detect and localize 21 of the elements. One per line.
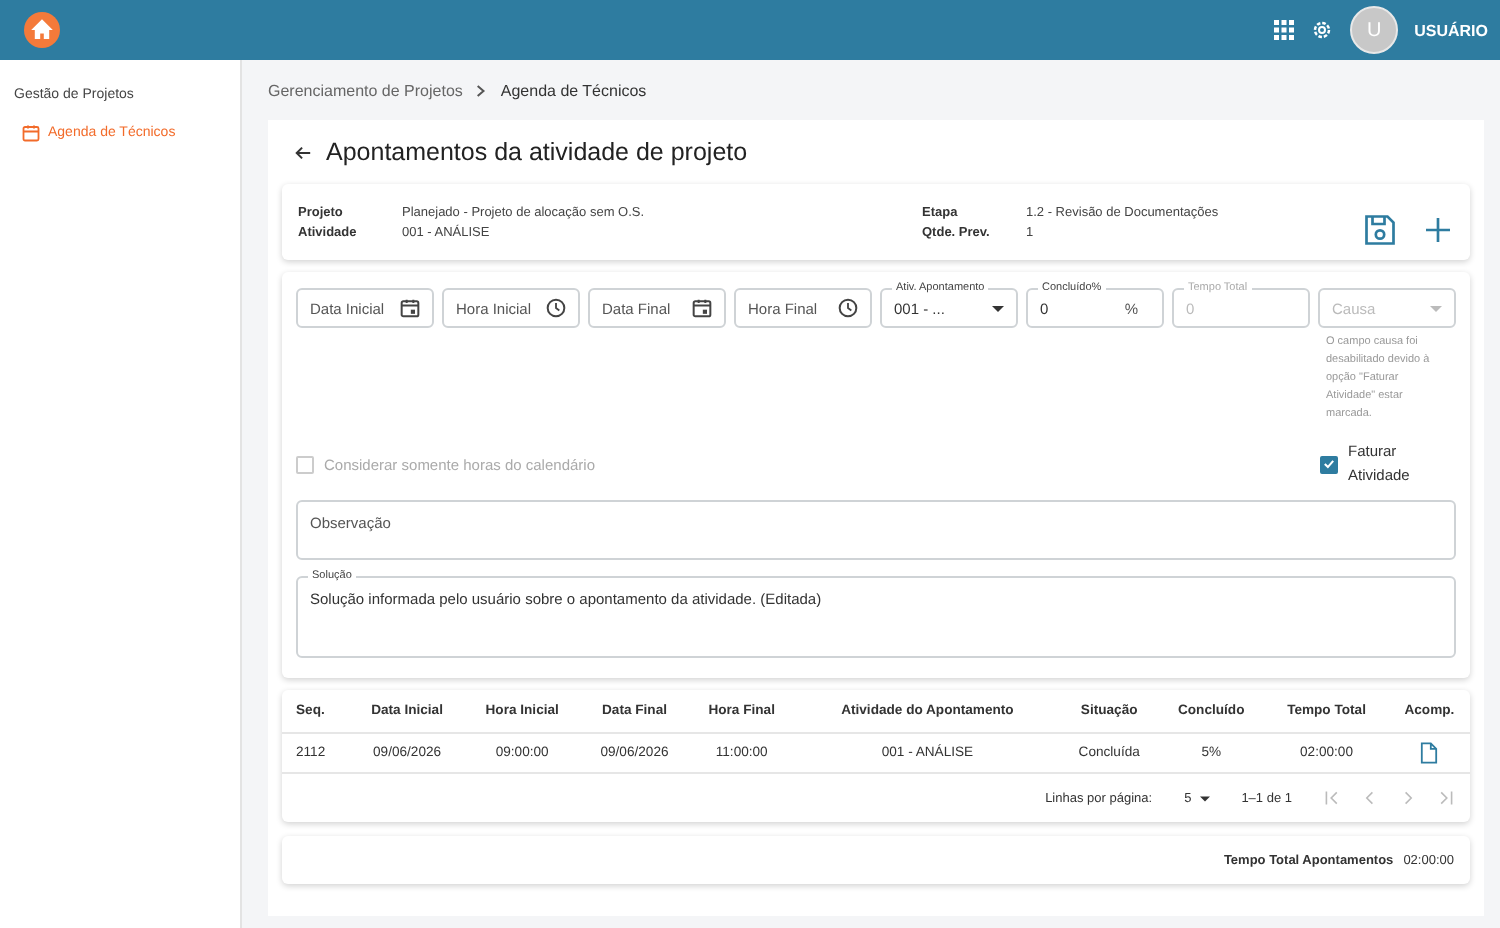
breadcrumb-link[interactable]: Gerenciamento de Projetos (268, 81, 463, 99)
clock-icon (838, 298, 858, 318)
back-arrow-icon[interactable] (294, 143, 312, 161)
dropdown-caret-icon (1430, 305, 1442, 311)
add-icon[interactable] (1422, 214, 1454, 246)
breadcrumb-link[interactable]: Agenda de Técnicos (500, 81, 647, 99)
page-title: Apontamentos da atividade de projeto (326, 138, 748, 166)
save-icon[interactable] (1362, 212, 1398, 248)
logo-icon[interactable] (24, 12, 60, 48)
document-icon[interactable] (1420, 742, 1439, 764)
user-name[interactable]: USUÁRIO (1414, 21, 1488, 39)
calendar-icon (22, 124, 40, 142)
clock-icon (546, 298, 566, 318)
caret-icon (1199, 795, 1210, 801)
chevron-icon (476, 83, 487, 97)
calendar-icon (692, 298, 712, 318)
apps-grid-icon[interactable] (1274, 20, 1295, 40)
checkbox-square[interactable] (1320, 455, 1338, 473)
settings-icon[interactable] (1310, 18, 1335, 42)
dropdown-caret-icon (992, 305, 1004, 311)
calendar-icon (400, 298, 420, 318)
